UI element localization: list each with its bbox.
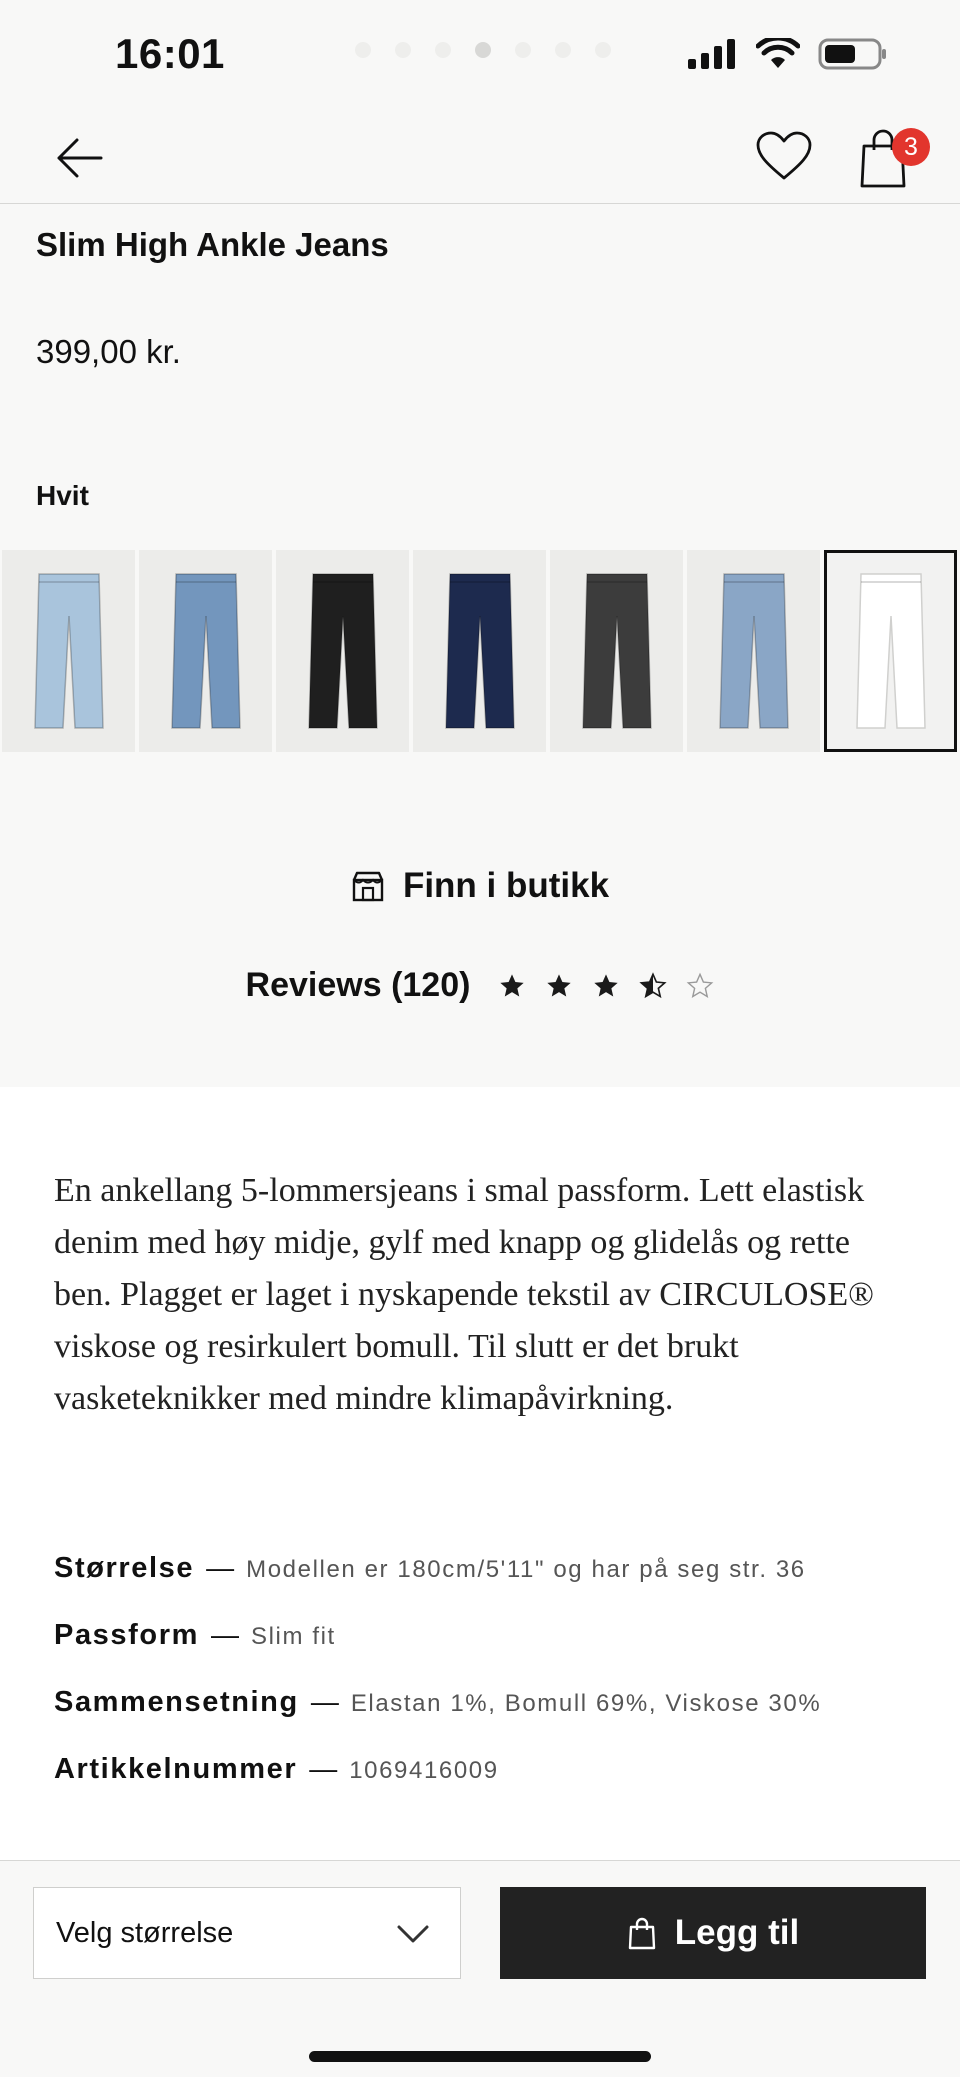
- jeans-thumbnail-icon: [855, 573, 926, 729]
- star-half-icon: [639, 971, 668, 998]
- selected-color-label: Hvit: [36, 480, 89, 511]
- favorite-button[interactable]: [752, 124, 816, 188]
- product-description: En ankellang 5-lommersjeans i smal passf…: [54, 1172, 874, 1417]
- spec-dash: —: [210, 1619, 239, 1650]
- home-indicator: [309, 2051, 651, 2062]
- reviews-row[interactable]: Reviews (120): [0, 966, 960, 1005]
- star-filled-icon: [547, 973, 572, 996]
- size-select[interactable]: Velg størrelse: [33, 1887, 461, 1979]
- nav-bar: 3: [0, 110, 960, 204]
- shopping-bag-icon: [628, 1917, 655, 1950]
- spec-value: Elastan 1%, Bomull 69%, Viskose 30%: [350, 1690, 822, 1717]
- spec-dash: —: [309, 1753, 338, 1784]
- spec-row-composition: Sammensetning — Elastan 1%, Bomull 69%, …: [54, 1686, 934, 1753]
- color-swatch[interactable]: [687, 550, 820, 752]
- star-empty-icon: [687, 972, 714, 998]
- spec-row-article-number: Artikkelnummer — 1069416009: [54, 1753, 934, 1820]
- find-in-store-label: Finn i butikk: [402, 866, 610, 905]
- jeans-thumbnail-icon: [33, 573, 104, 729]
- heart-icon: [756, 131, 812, 180]
- product-specs: Størrelse — Modellen er 180cm/5'11" og h…: [54, 1552, 934, 1820]
- status-icons: [688, 38, 888, 70]
- color-swatch[interactable]: [139, 550, 272, 752]
- color-swatch[interactable]: [413, 550, 546, 752]
- jeans-thumbnail-icon: [307, 573, 378, 729]
- spec-row-size: Størrelse — Modellen er 180cm/5'11" og h…: [54, 1552, 934, 1619]
- spec-dash: —: [310, 1686, 339, 1717]
- color-swatch[interactable]: [824, 550, 957, 752]
- description-section: En ankellang 5-lommersjeans i smal passf…: [0, 1087, 960, 1860]
- product-title: Slim High Ankle Jeans: [36, 226, 389, 263]
- size-select-label: Velg størrelse: [56, 1916, 234, 1949]
- spec-value: Slim fit: [250, 1623, 336, 1650]
- jeans-thumbnail-icon: [718, 573, 789, 729]
- color-swatch[interactable]: [276, 550, 409, 752]
- jeans-thumbnail-icon: [581, 573, 652, 729]
- product-price: 399,00 kr.: [36, 333, 181, 370]
- color-swatch[interactable]: [550, 550, 683, 752]
- back-button[interactable]: [48, 128, 108, 188]
- spec-key: Passform: [54, 1619, 199, 1651]
- reviews-label: Reviews (120): [245, 966, 471, 1004]
- find-in-store-button[interactable]: Finn i butikk: [0, 866, 960, 906]
- battery-icon: [818, 38, 886, 70]
- status-time: 16:01: [115, 30, 225, 77]
- color-swatch[interactable]: [2, 550, 135, 752]
- jeans-thumbnail-icon: [170, 573, 241, 729]
- star-filled-icon: [594, 973, 619, 996]
- page-dots: [355, 42, 611, 58]
- color-swatches: [2, 550, 957, 752]
- spec-dash: —: [206, 1552, 235, 1583]
- arrow-left-icon: [57, 138, 103, 178]
- star-filled-icon: [500, 973, 525, 996]
- add-to-bag-label: Legg til: [674, 1913, 800, 1952]
- wifi-icon: [756, 38, 800, 68]
- jeans-thumbnail-icon: [444, 573, 515, 729]
- spec-row-fit: Passform — Slim fit: [54, 1619, 934, 1686]
- spec-value: 1069416009: [349, 1757, 499, 1784]
- spec-key: Størrelse: [54, 1552, 195, 1584]
- bag-count-badge: 3: [892, 128, 930, 166]
- rating-stars: [498, 971, 714, 1000]
- bottom-action-bar: Velg størrelse Legg til: [0, 1860, 960, 2077]
- spec-key: Artikkelnummer: [54, 1753, 298, 1785]
- spec-value: Modellen er 180cm/5'11" og har på seg st…: [246, 1556, 806, 1583]
- spec-key: Sammensetning: [54, 1686, 299, 1718]
- shopping-bag-button[interactable]: 3: [852, 120, 930, 192]
- status-bar: 16:01: [0, 0, 960, 110]
- signal-icon: [688, 39, 735, 69]
- store-icon: [352, 871, 384, 902]
- chevron-down-icon: [397, 1925, 429, 1943]
- add-to-bag-button[interactable]: Legg til: [500, 1887, 926, 1979]
